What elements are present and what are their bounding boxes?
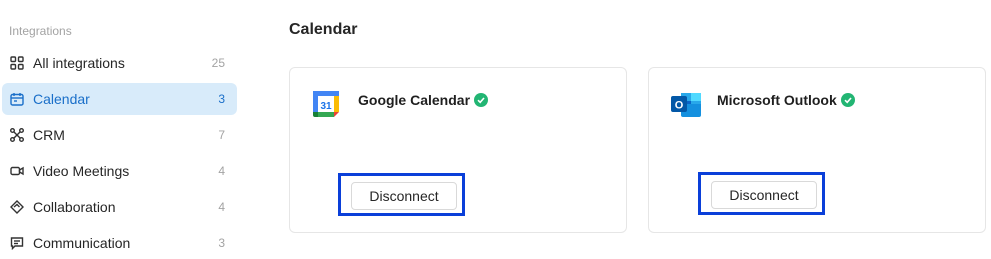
sidebar-item-label: Calendar xyxy=(33,91,90,107)
calendar-icon xyxy=(9,91,25,107)
sidebar-item-count: 3 xyxy=(218,236,225,250)
sidebar: Integrations All integrations 25 Calenda… xyxy=(0,0,240,259)
chat-icon xyxy=(9,235,25,251)
sidebar-item-label: All integrations xyxy=(33,55,125,71)
sidebar-item-crm[interactable]: CRM 7 xyxy=(2,119,237,151)
integration-card-microsoft-outlook: O Microsoft Outlook Disconnect xyxy=(648,67,986,233)
verified-check-icon xyxy=(474,93,489,107)
sidebar-item-count: 4 xyxy=(218,164,225,178)
handshake-icon xyxy=(9,199,25,215)
disconnect-button[interactable]: Disconnect xyxy=(351,182,457,210)
sidebar-item-communication[interactable]: Communication 3 xyxy=(2,227,237,259)
crm-network-icon xyxy=(9,127,25,143)
outlook-logo: O xyxy=(671,90,701,118)
sidebar-item-count: 25 xyxy=(211,56,225,70)
sidebar-item-count: 3 xyxy=(218,92,225,106)
sidebar-item-label: CRM xyxy=(33,127,65,143)
highlight-box: Disconnect xyxy=(338,173,465,216)
sidebar-item-count: 4 xyxy=(218,200,225,214)
sidebar-item-label: Video Meetings xyxy=(33,163,130,179)
verified-check-icon xyxy=(840,93,855,107)
google-calendar-logo: 31 xyxy=(312,90,340,118)
grid-icon xyxy=(9,55,25,71)
integration-name: Microsoft Outlook xyxy=(717,92,855,108)
sidebar-item-collaboration[interactable]: Collaboration 4 xyxy=(2,191,237,223)
integration-name-text: Microsoft Outlook xyxy=(717,92,837,108)
google-calendar-logo-text: 31 xyxy=(320,101,332,112)
integration-card-google-calendar: 31 Google Calendar Disconnect xyxy=(289,67,627,233)
integration-name: Google Calendar xyxy=(358,92,489,108)
integration-name-text: Google Calendar xyxy=(358,92,471,108)
page-title: Calendar xyxy=(289,21,358,38)
sidebar-item-count: 7 xyxy=(218,128,225,142)
disconnect-button[interactable]: Disconnect xyxy=(711,181,817,209)
sidebar-item-label: Communication xyxy=(33,235,131,251)
sidebar-heading: Integrations xyxy=(9,24,72,38)
sidebar-item-calendar[interactable]: Calendar 3 xyxy=(2,83,237,115)
outlook-logo-text: O xyxy=(675,100,684,112)
sidebar-item-label: Collaboration xyxy=(33,199,116,215)
sidebar-item-video-meetings[interactable]: Video Meetings 4 xyxy=(2,155,237,187)
video-icon xyxy=(9,163,25,179)
sidebar-item-all-integrations[interactable]: All integrations 25 xyxy=(2,47,237,79)
highlight-box: Disconnect xyxy=(698,172,825,215)
